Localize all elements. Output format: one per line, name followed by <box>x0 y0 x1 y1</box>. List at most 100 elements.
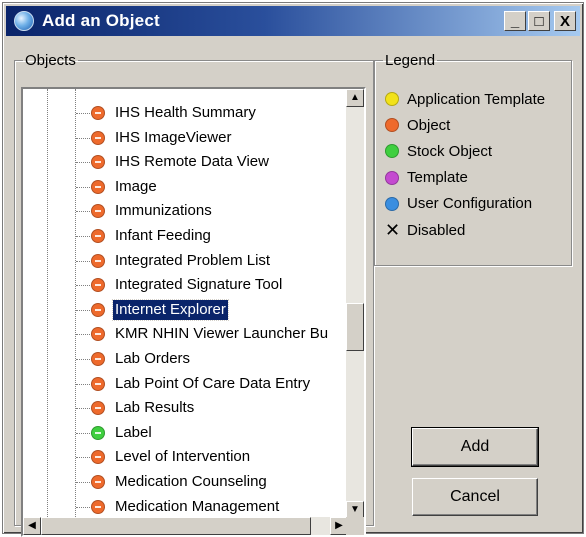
scroll-up-button[interactable]: ▲ <box>346 89 364 107</box>
list-item-label: IHS ImageViewer <box>115 128 232 146</box>
tree-connector <box>76 506 90 508</box>
list-item-label: IHS Health Summary <box>115 104 256 121</box>
cancel-button[interactable]: Cancel <box>412 478 538 516</box>
vertical-scroll-thumb[interactable] <box>346 303 364 351</box>
list-item[interactable]: Lab Orders <box>23 347 348 371</box>
list-item-label: Level of Intervention <box>115 448 251 466</box>
list-item[interactable]: KMR NHIN Viewer Launcher Bu <box>23 322 348 346</box>
legend-item-label: Object <box>407 116 451 134</box>
object-icon <box>91 450 105 465</box>
tree-connector <box>76 408 90 410</box>
tree-connector <box>76 113 90 114</box>
orange-dot-icon <box>385 118 399 133</box>
list-item[interactable]: Immunizations <box>23 199 348 223</box>
object-icon <box>91 475 105 489</box>
list-item-label: IHS Remote Data View <box>115 153 269 171</box>
list-item[interactable]: Infant Feeding <box>23 224 348 248</box>
list-item-label: Integrated Signature Tool <box>115 276 283 294</box>
list-item-label: Integrated Problem List <box>115 251 271 269</box>
purple-dot-icon <box>385 170 399 185</box>
app-globe-icon <box>14 11 34 31</box>
object-icon <box>91 130 105 145</box>
legend-item: Stock Object <box>385 139 492 163</box>
list-item[interactable]: Image <box>23 175 348 199</box>
list-item[interactable]: Label <box>23 421 348 445</box>
add-button[interactable]: Add <box>411 427 539 467</box>
list-item[interactable]: Integrated Problem List <box>23 249 348 273</box>
legend-item: ✕ Disabled <box>385 218 465 242</box>
object-icon <box>91 401 105 416</box>
legend-group: Legend Application Template Object Stock O… <box>374 52 572 266</box>
tree-connector <box>76 334 90 336</box>
list-item[interactable]: IHS ImageViewer <box>23 126 348 150</box>
tree-connector <box>76 162 90 164</box>
window-controls: _ □ X <box>504 11 576 31</box>
tree-connector <box>76 432 90 434</box>
title-bar[interactable]: Add an Object _ □ X <box>6 6 580 36</box>
objects-list: IHS Health Summary IHS ImageViewer IHS Rem… <box>23 89 348 519</box>
legend-item: Template <box>385 166 468 190</box>
list-item-label: Lab Results <box>115 399 195 417</box>
object-icon <box>91 376 105 391</box>
list-item[interactable]: Medication Management <box>23 495 348 519</box>
legend-item-label: Disabled <box>407 221 466 239</box>
maximize-button[interactable]: □ <box>528 11 550 31</box>
list-item-label: Infant Feeding <box>115 227 211 244</box>
list-item[interactable]: Lab Results <box>23 396 348 420</box>
legend-item: Application Template <box>385 87 545 111</box>
list-item-label: Immunizations <box>115 202 212 220</box>
blue-dot-icon <box>385 196 399 211</box>
close-button[interactable]: X <box>554 11 576 31</box>
tree-connector <box>76 137 90 139</box>
legend-item-label: User Configuration <box>407 195 533 213</box>
legend-item-label: Application Template <box>407 90 546 108</box>
list-item[interactable]: IHS Remote Data View <box>23 150 348 174</box>
tree-connector <box>76 260 90 262</box>
scroll-left-button[interactable]: ◀ <box>23 517 41 535</box>
list-item[interactable]: IHS Health Summary <box>23 101 348 125</box>
object-icon <box>91 155 105 170</box>
list-item-label: Lab Point Of Care Data Entry <box>115 374 311 392</box>
x-mark-icon: ✕ <box>385 220 401 240</box>
list-item[interactable]: Level of Intervention <box>23 445 348 469</box>
minimize-button[interactable]: _ <box>504 11 526 31</box>
list-item[interactable]: Integrated Signature Tool <box>23 273 348 297</box>
object-icon <box>91 204 105 219</box>
list-item-label: Internet Explorer <box>112 298 229 321</box>
object-icon <box>91 229 105 243</box>
list-item-label: Image <box>115 177 157 195</box>
legend-item: Object <box>385 113 450 137</box>
objects-group: Objects IHS Health Summary IHS ImageViewe… <box>14 52 374 537</box>
tree-connector <box>76 383 90 385</box>
list-item[interactable]: Medication Counseling <box>23 470 348 494</box>
list-item-label: Medication Management <box>115 497 280 515</box>
horizontal-scrollbar[interactable]: ◀ ▶ <box>23 517 348 535</box>
legend-item-label: Template <box>407 169 468 187</box>
legend-group-title: Legend <box>385 52 436 69</box>
list-item[interactable]: Lab Point Of Care Data Entry <box>23 372 348 396</box>
stock-object-icon <box>91 425 105 440</box>
list-item-label: Medication Counseling <box>115 473 267 490</box>
object-icon <box>91 499 105 514</box>
tree-connector <box>76 211 90 213</box>
vertical-scrollbar[interactable]: ▲ ▼ <box>346 89 364 519</box>
object-icon <box>91 106 105 120</box>
horizontal-scroll-thumb[interactable] <box>41 517 311 535</box>
tree-connector <box>76 186 90 188</box>
object-icon <box>91 352 105 366</box>
legend-item-label: Stock Object <box>407 142 493 160</box>
list-item-label: KMR NHIN Viewer Launcher Bu <box>115 325 329 343</box>
tree-connector <box>76 457 90 459</box>
objects-tree[interactable]: IHS Health Summary IHS ImageViewer IHS Rem… <box>21 87 366 537</box>
list-item[interactable]: Internet Explorer <box>23 298 348 322</box>
object-icon <box>91 179 105 194</box>
object-icon <box>91 253 105 268</box>
object-icon <box>91 327 105 342</box>
scrollbar-corner <box>346 517 364 535</box>
object-icon <box>91 278 105 293</box>
object-icon <box>91 302 105 317</box>
legend-item: User Configuration <box>385 192 532 216</box>
green-dot-icon <box>385 144 399 159</box>
yellow-dot-icon <box>385 92 399 106</box>
list-item-label: Label <box>115 423 152 441</box>
